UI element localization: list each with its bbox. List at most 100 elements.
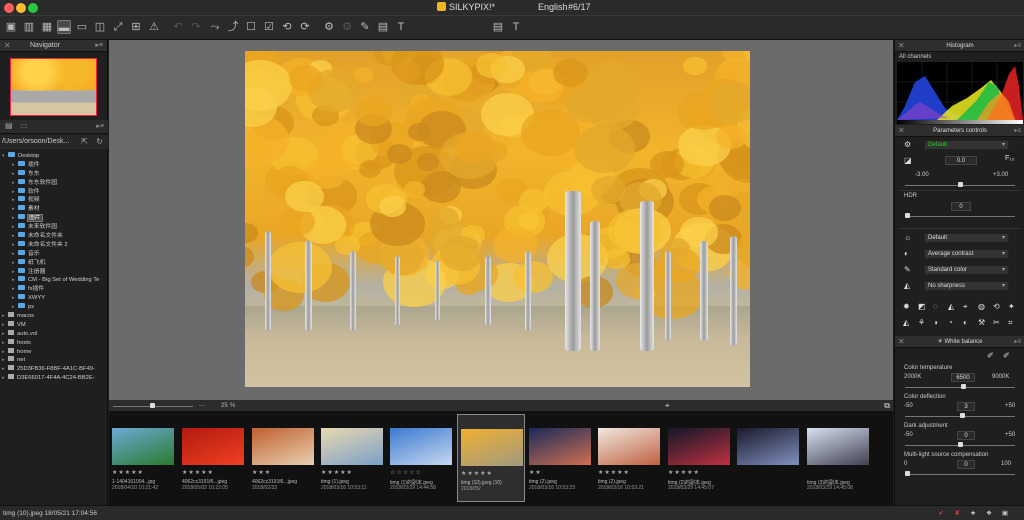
tree-item[interactable]: ▸ 25D3FB36-F8BF-4A1C-BF49- xyxy=(0,365,108,374)
monitor-icon[interactable]: ▤ xyxy=(376,20,390,34)
tree-item[interactable]: ▸ ps xyxy=(0,303,108,312)
refresh-icon[interactable]: ↻ xyxy=(96,135,103,149)
reject-icon[interactable]: ✘ xyxy=(955,506,960,520)
fit-icon[interactable]: ⊞ xyxy=(129,20,143,34)
close-icon[interactable]: ✕ xyxy=(898,40,905,52)
panel-menu-icon[interactable]: ▸≡ xyxy=(96,122,104,130)
apply-icon[interactable]: ☐ xyxy=(244,20,258,34)
exposure-slider-knob[interactable] xyxy=(958,182,963,187)
adjustment-tool-icon[interactable]: ⚒ xyxy=(978,318,985,327)
single-view-icon[interactable]: ▬ xyxy=(57,20,71,34)
navigator-thumbnail[interactable] xyxy=(10,58,97,116)
sharpness-dropdown[interactable]: No sharpness xyxy=(924,281,1009,291)
adjustment-tool-icon[interactable]: ⟲ xyxy=(993,302,1000,311)
grid-icon[interactable]: ▦ xyxy=(40,20,54,34)
tree-item[interactable]: ▸ 纸飞机 xyxy=(0,258,108,268)
hdr-slider[interactable] xyxy=(905,213,1015,218)
color-temp-slider[interactable] xyxy=(905,384,1015,389)
color-temp-input[interactable]: 6500 xyxy=(951,373,975,382)
tree-item[interactable]: ▾ Desktop xyxy=(0,152,108,161)
adjustment-tool-icon[interactable]: ◑ xyxy=(933,318,938,327)
filmstrip-thumbnail[interactable]: ★★★ 4062cc3191f6...jpeg 2018/02/33 xyxy=(249,414,317,502)
layout-icon[interactable]: ▥ xyxy=(22,20,36,34)
tree-item[interactable]: ▸ 软件 xyxy=(0,187,108,197)
cd-input[interactable]: 3 xyxy=(957,402,975,411)
cd-slider[interactable] xyxy=(905,413,1015,418)
mark-icon[interactable]: ☑ xyxy=(262,20,276,34)
preview-icon[interactable]: ▭ xyxy=(75,20,89,34)
panel-menu-icon[interactable]: ▸≡ xyxy=(1014,40,1021,52)
adjustment-tool-icon[interactable]: ⌗ xyxy=(1008,318,1013,328)
rating-stars[interactable]: ★★ xyxy=(529,469,542,476)
adjustment-tool-icon[interactable]: ⌖ xyxy=(963,302,968,312)
filmstrip-thumbnail[interactable]: ☆☆☆☆☆ timg (1)的副本.jpeg 2018/03/29 14:44:58 xyxy=(387,414,455,502)
paste-params-icon[interactable]: ⤴ xyxy=(226,20,240,34)
tree-item[interactable]: ▸ XWYY xyxy=(0,294,108,303)
adjustment-tool-icon[interactable]: ✦ xyxy=(1008,302,1015,311)
folder-icon[interactable]: ▤ xyxy=(5,121,13,130)
preset-dropdown[interactable]: Default xyxy=(924,140,1009,150)
tree-item[interactable]: ▸ 音乐 xyxy=(0,249,108,259)
filmstrip-thumbnail[interactable]: ★★★★★ timg (10).jpeg (10) 2018/05/ xyxy=(457,414,525,502)
panel-menu-icon[interactable]: ▸≡ xyxy=(1014,336,1021,348)
adjustment-tool-icon[interactable]: ◔ xyxy=(948,318,953,327)
tree-item[interactable]: ▸ 未命名文件夹 2 xyxy=(0,240,108,250)
histogram-channel[interactable]: All channels xyxy=(899,54,931,60)
up-arrow-icon[interactable]: ⇱ xyxy=(81,135,88,149)
rating-stars[interactable]: ★★★ xyxy=(252,469,271,476)
filmstrip-thumbnail[interactable]: ★★★★★ 1-1404161004...jpg 2018/04/10 10:21:… xyxy=(109,414,177,502)
tag-icon[interactable]: ❖ xyxy=(986,506,992,520)
adjustment-tool-icon[interactable]: ✂ xyxy=(993,318,1000,327)
chat-icon[interactable]: ▭ xyxy=(20,121,28,130)
color-dropdown[interactable]: Standard color xyxy=(924,265,1009,275)
label-icon[interactable]: ▣ xyxy=(1002,506,1008,520)
tree-item[interactable]: ▸ macos xyxy=(0,312,108,321)
adjustment-tool-icon[interactable]: ◐ xyxy=(963,318,968,327)
hdr-input[interactable]: 0 xyxy=(951,202,971,211)
adjustment-tool-icon[interactable]: ✹ xyxy=(903,302,910,311)
filmstrip-thumbnail[interactable]: ★★★★★ timg (2)的副本.jpeg 2018/03/29 14:45:07 xyxy=(665,414,733,502)
tree-item[interactable]: ▸ 插件 xyxy=(0,160,108,170)
adjustment-tool-icon[interactable]: ◍ xyxy=(978,302,985,311)
expand-icon[interactable]: ⧉ xyxy=(884,400,890,412)
rating-icon[interactable]: ★ xyxy=(970,506,976,520)
text-tool-icon[interactable]: T xyxy=(394,20,408,34)
check-icon[interactable]: ✔ xyxy=(939,506,944,520)
tree-item[interactable]: ▸ 视频 xyxy=(0,196,108,205)
close-icon[interactable]: ✕ xyxy=(898,336,905,348)
tree-item[interactable]: ▸ 素材 xyxy=(0,205,108,214)
undo-icon[interactable]: ↶ xyxy=(171,20,185,34)
rating-stars[interactable]: ★★★★★ xyxy=(598,469,630,476)
adjustment-tool-icon[interactable]: ⚘ xyxy=(918,318,925,327)
filmstrip-thumbnail[interactable]: ★★★★★ 4062cc3191f6...jpeg 2018/05/02 10:22… xyxy=(179,414,247,502)
filmstrip-thumbnail[interactable] xyxy=(734,414,802,502)
rating-stars[interactable]: ★★★★★ xyxy=(112,469,144,476)
compare-icon[interactable]: ◫ xyxy=(93,20,107,34)
tree-item[interactable]: ▸ 图片 xyxy=(0,214,108,223)
filmstrip-thumbnail[interactable]: timg (3)的副本.jpeg 2018/03/29 14:45:08 xyxy=(804,414,872,502)
rating-stars[interactable]: ★★★★★ xyxy=(668,469,700,476)
filmstrip-thumbnail[interactable]: ★★★★★ timg (1).jpeg 2018/03/16 10:53:11 xyxy=(318,414,386,502)
batch-icon[interactable]: ⚙ xyxy=(340,20,354,34)
zoom-minus-icon[interactable]: — xyxy=(199,400,205,412)
filmstrip-thumbnail[interactable]: ★★ timg (2).jpeg 2018/03/16 10:53:23 xyxy=(526,414,594,502)
zoom-slider-knob[interactable] xyxy=(150,403,155,408)
tree-item[interactable]: ▸ 注册器 xyxy=(0,267,108,277)
minimize-window-button[interactable] xyxy=(16,3,26,13)
tree-item[interactable]: ▸ net xyxy=(0,356,108,365)
fullscreen-icon[interactable]: ⤢ xyxy=(111,20,125,34)
tree-item[interactable]: ▸ hosts xyxy=(0,338,108,348)
rotate-right-icon[interactable]: ⟳ xyxy=(298,20,312,34)
preview-image[interactable] xyxy=(245,51,750,387)
da-knob[interactable] xyxy=(958,442,963,447)
ml-slider[interactable] xyxy=(905,471,1015,476)
close-icon[interactable]: ✕ xyxy=(898,125,905,137)
display-icon[interactable]: ▤ xyxy=(491,20,505,34)
tree-item[interactable]: ▸ auto.vol xyxy=(0,329,108,339)
contrast-dropdown[interactable]: Average contrast xyxy=(924,249,1009,259)
path-field[interactable]: /Users/orsoon/Desk... ⇱ ↻ xyxy=(0,135,108,149)
rating-stars[interactable]: ☆☆☆☆☆ xyxy=(390,469,422,476)
tree-item[interactable]: ▸ fx插件 xyxy=(0,285,108,294)
eyedropper-gray-icon[interactable]: ✐ xyxy=(1003,351,1010,360)
exposure-input[interactable]: 0.0 xyxy=(945,156,977,165)
